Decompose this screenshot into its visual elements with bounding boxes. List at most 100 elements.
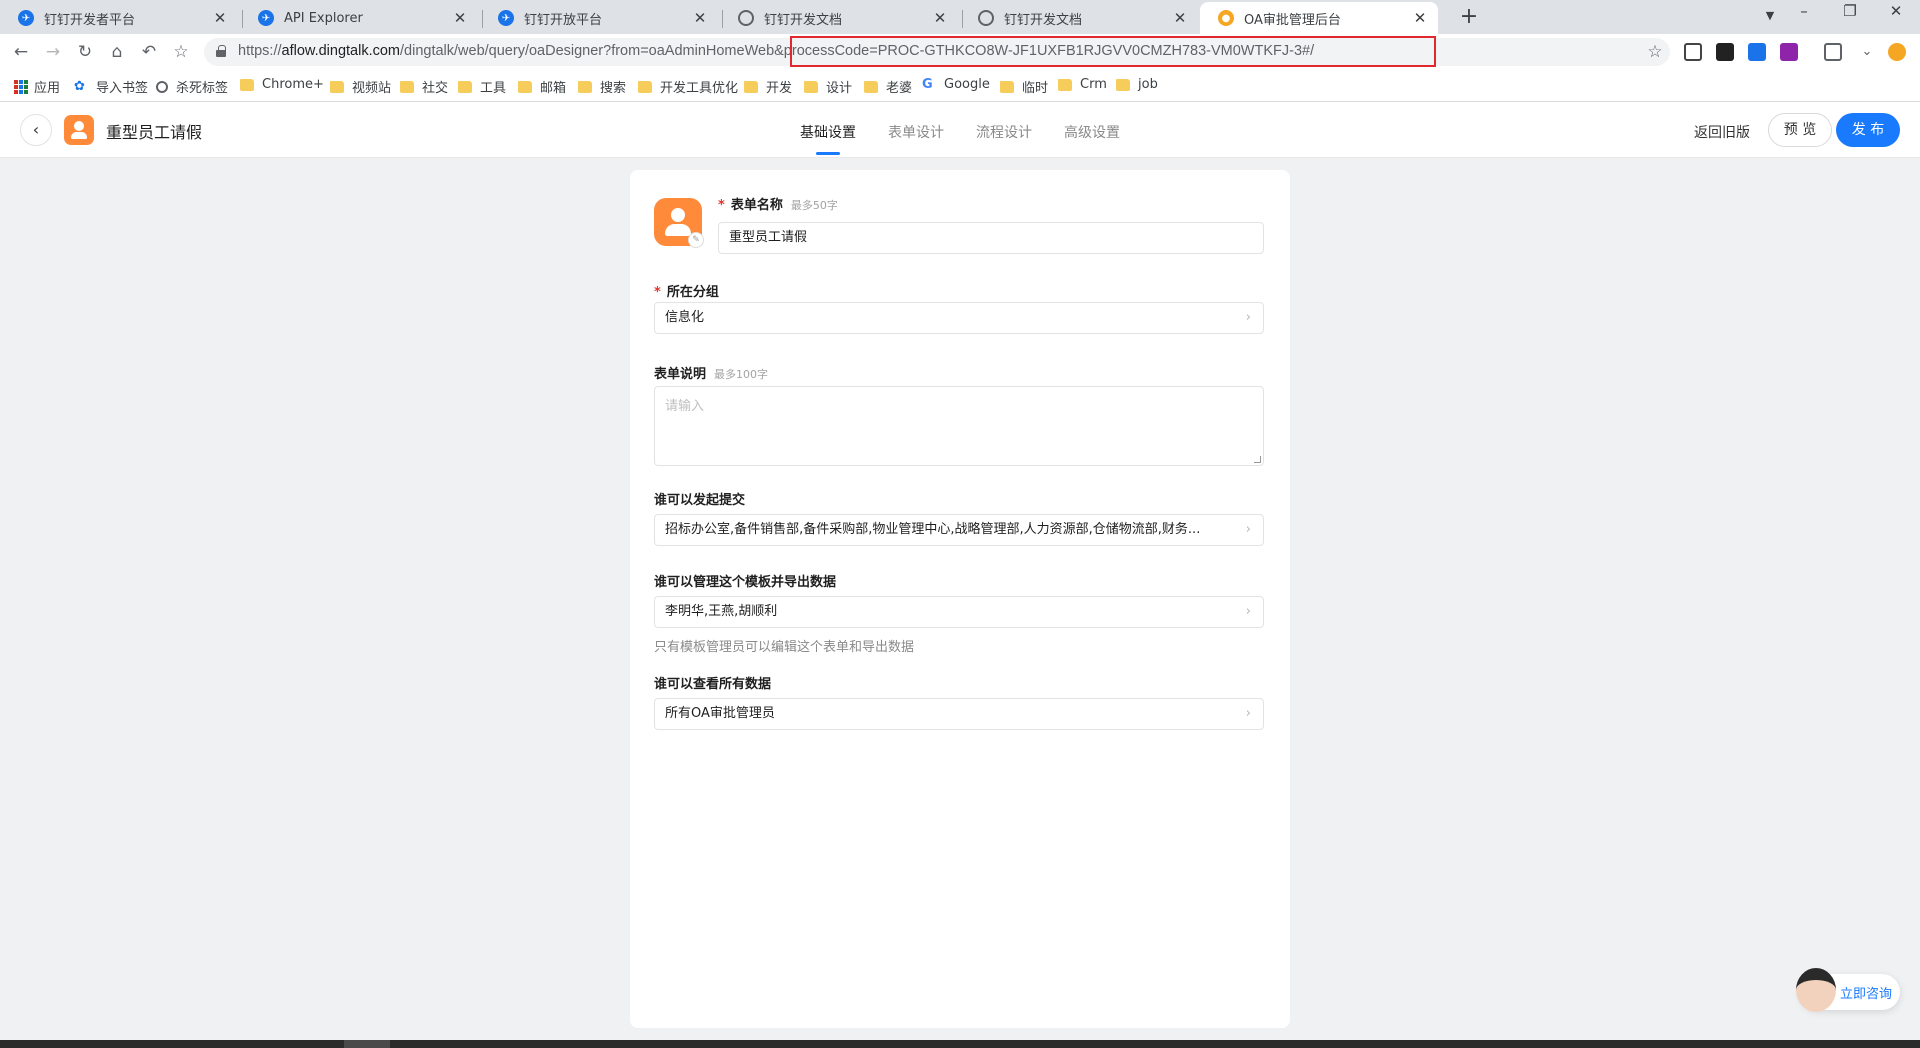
back-button[interactable]: ‹: [20, 114, 52, 146]
browser-tab-active[interactable]: ● OA审批管理后台 ✕: [1200, 2, 1438, 34]
tab-form-design[interactable]: 表单设计: [888, 122, 944, 142]
tab-title: 钉钉开发文档: [764, 12, 843, 28]
browser-tab[interactable]: 钉钉开发文档 ✕: [720, 2, 958, 34]
bookmarks-bar: 应用 ✿ 导入书签 杀死标签 Chrome+ 视频站 社交 工具 邮箱 搜索 开发…: [0, 70, 1920, 102]
browser-tab[interactable]: 钉钉开发文档 ✕: [960, 2, 1198, 34]
url-highlight-box: [790, 36, 1436, 67]
crop-icon[interactable]: [1824, 43, 1842, 61]
os-taskbar: [0, 1040, 1920, 1048]
new-tab-button[interactable]: +: [1455, 4, 1483, 29]
home-icon[interactable]: ⌂: [106, 41, 128, 63]
bookmark-folder[interactable]: Crm: [1058, 77, 1107, 92]
bookmark-folder[interactable]: 设计: [804, 77, 852, 96]
extension-icon[interactable]: [1684, 43, 1702, 61]
bookmark-folder[interactable]: 临时: [1000, 77, 1048, 96]
managers-label: 谁可以管理这个模板并导出数据: [654, 575, 837, 590]
consult-label: 立即咨询: [1840, 987, 1893, 1002]
viewers-label: 谁可以查看所有数据: [654, 677, 772, 692]
tab-process-design[interactable]: 流程设计: [976, 122, 1032, 142]
bookmark-folder[interactable]: 社交: [400, 77, 448, 96]
bookmark-folder[interactable]: 邮箱: [518, 77, 566, 96]
bookmark-folder[interactable]: Chrome+: [240, 77, 324, 92]
close-icon[interactable]: ✕: [1172, 9, 1188, 27]
form-description-textarea[interactable]: 请输入: [654, 386, 1264, 466]
lock-icon: [216, 45, 226, 57]
folder-icon: [240, 78, 254, 91]
star-icon[interactable]: ☆: [1644, 41, 1666, 63]
extension-icon[interactable]: [1748, 43, 1766, 61]
consult-button[interactable]: 立即咨询: [1796, 968, 1900, 1012]
edit-icon[interactable]: ✎: [688, 232, 704, 248]
folder-icon: [518, 80, 532, 93]
tab-advanced-settings[interactable]: 高级设置: [1064, 122, 1120, 142]
viewers-select[interactable]: 所有OA审批管理员 ›: [654, 698, 1264, 730]
description-placeholder: 请输入: [665, 399, 705, 414]
chevron-right-icon: ›: [1245, 706, 1251, 721]
resize-handle-icon[interactable]: [1254, 456, 1261, 463]
dingtalk-icon: ✈: [258, 10, 274, 26]
folder-icon: [578, 80, 592, 93]
basic-settings-card: ✎ * 表单名称 最多50字 重型员工请假 * 所在分组 信息化 › 表单说明 最多100…: [630, 170, 1290, 1028]
form-name-label: * 表单名称 最多50字: [718, 198, 838, 213]
gear-icon: ✿: [74, 78, 85, 94]
close-icon[interactable]: ✕: [692, 9, 708, 27]
browser-tab-bar: ✈ 钉钉开发者平台 ✕ ✈ API Explorer ✕ ✈ 钉钉开放平台 ✕ …: [0, 0, 1920, 34]
extension-icon[interactable]: [1716, 43, 1734, 61]
app-title: 重型员工请假: [106, 123, 203, 142]
browser-tab[interactable]: ✈ API Explorer ✕: [240, 2, 478, 34]
form-description-label: 表单说明 最多100字: [654, 367, 769, 382]
minimize-button[interactable]: –: [1784, 2, 1824, 20]
preview-button[interactable]: 预 览: [1768, 113, 1832, 147]
globe-icon: [738, 10, 754, 26]
folder-icon: [1058, 78, 1072, 91]
publish-button[interactable]: 发 布: [1836, 113, 1900, 147]
folder-icon: [638, 80, 652, 93]
google-icon: G: [922, 76, 933, 92]
bookmark-folder[interactable]: 视频站: [330, 77, 391, 96]
bookmark-google[interactable]: G Google: [922, 77, 990, 92]
form-name-hint: 最多50字: [790, 199, 838, 212]
bookmark-import[interactable]: ✿ 导入书签: [74, 77, 148, 97]
browser-tab[interactable]: ✈ 钉钉开放平台 ✕: [480, 2, 718, 34]
close-icon[interactable]: ✕: [452, 9, 468, 27]
form-description-hint: 最多100字: [714, 368, 769, 381]
tab-basic-settings[interactable]: 基础设置: [800, 122, 856, 142]
group-label: * 所在分组: [654, 285, 719, 300]
group-select[interactable]: 信息化 ›: [654, 302, 1264, 334]
bookmark-star-icon[interactable]: ☆: [170, 41, 192, 63]
back-icon[interactable]: ←: [10, 41, 32, 63]
folder-icon: [330, 80, 344, 93]
bookmark-folder[interactable]: job: [1116, 77, 1158, 92]
close-icon[interactable]: ✕: [932, 9, 948, 27]
bookmark-folder[interactable]: 开发工具优化: [638, 77, 738, 96]
folder-icon: [1116, 78, 1130, 91]
bookmark-folder[interactable]: 搜索: [578, 77, 626, 96]
extension-icon[interactable]: [1780, 43, 1798, 61]
profile-icon[interactable]: [1888, 43, 1906, 61]
reload-icon[interactable]: ↻: [74, 41, 96, 63]
folder-icon: [400, 80, 414, 93]
bookmark-apps[interactable]: 应用: [14, 77, 60, 96]
folder-icon: [458, 80, 472, 93]
form-name-input[interactable]: 重型员工请假: [718, 222, 1264, 254]
chevron-down-icon[interactable]: ⌄: [1856, 41, 1878, 63]
taskbar-item[interactable]: [344, 1040, 390, 1048]
bookmark-folder[interactable]: 老婆: [864, 77, 912, 96]
return-old-version-link[interactable]: 返回旧版: [1694, 122, 1750, 142]
close-window-button[interactable]: ✕: [1876, 2, 1916, 20]
bookmark-kill-tabs[interactable]: 杀死标签: [156, 77, 228, 96]
bookmark-folder[interactable]: 工具: [458, 77, 506, 96]
browser-tab[interactable]: ✈ 钉钉开发者平台 ✕: [0, 2, 238, 34]
managers-select[interactable]: 李明华,王燕,胡顺利 ›: [654, 596, 1264, 628]
tab-title: API Explorer: [284, 10, 363, 26]
oa-approval-icon: ●: [1218, 10, 1234, 26]
forward-icon[interactable]: →: [42, 41, 64, 63]
undo-icon[interactable]: ↶: [138, 41, 160, 63]
close-icon[interactable]: ✕: [1412, 9, 1428, 27]
close-icon[interactable]: ✕: [212, 9, 228, 27]
folder-icon: [744, 80, 758, 93]
restore-button[interactable]: ❐: [1830, 2, 1870, 20]
bookmark-folder[interactable]: 开发: [744, 77, 792, 96]
initiators-select[interactable]: 招标办公室,备件销售部,备件采购部,物业管理中心,战略管理部,人力资源部,仓储物…: [654, 514, 1264, 546]
tab-title: 钉钉开发文档: [1004, 12, 1083, 28]
